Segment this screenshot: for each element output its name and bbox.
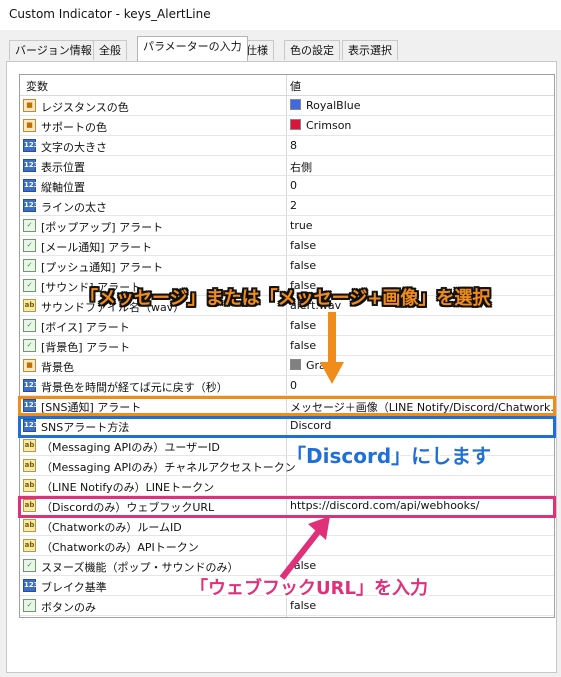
arrow-up-icon bbox=[279, 516, 330, 580]
arrow-down-icon bbox=[320, 312, 344, 384]
callout-discord: 「Discord」にします bbox=[286, 444, 492, 468]
callout-webhook-url: 「ウェブフックURL」を入力 bbox=[190, 578, 428, 599]
tab-parameters[interactable]: パラメーターの入力 bbox=[137, 36, 248, 61]
callout-select-message: 「メッセージ」または「メッセージ+画像」を選択 bbox=[80, 288, 491, 309]
